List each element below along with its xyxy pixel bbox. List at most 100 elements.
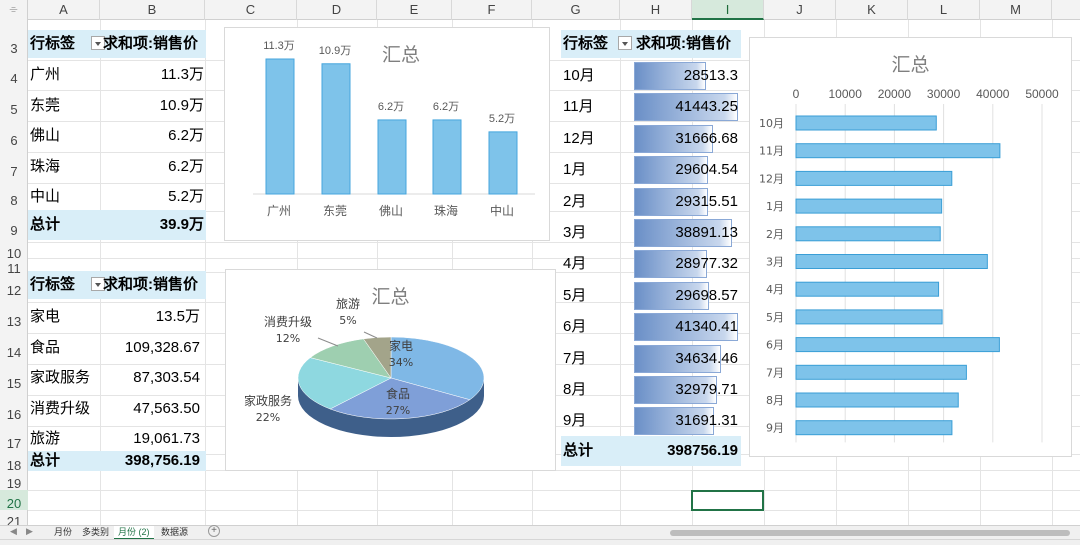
row-label: 6月: [563, 318, 587, 336]
row-value: 28513.3: [683, 67, 738, 84]
row-label: 旅游: [30, 430, 61, 447]
row-header-16[interactable]: 16: [0, 395, 28, 426]
tab-scroll-left-icon[interactable]: ◀: [10, 526, 17, 537]
row-header-15[interactable]: 15: [0, 364, 28, 395]
row-value: 6.2万: [168, 157, 204, 175]
pivot-row[interactable]: 东莞 10.9万: [28, 91, 206, 122]
tab-scroll-right-icon[interactable]: ▶: [26, 526, 33, 537]
column-header-m[interactable]: M: [980, 0, 1052, 20]
chart-plot-area: 11.3万广州 10.9万东莞 6.2万佛山 6.2万珠海 5.2万中山: [253, 40, 535, 218]
column-header-l[interactable]: L: [908, 0, 980, 20]
gridline: [28, 510, 1080, 511]
pivot-row[interactable]: 7月 34634.46: [561, 343, 741, 374]
pivot-row[interactable]: 11月 41443.25: [561, 91, 741, 122]
row-value: 29698.57: [675, 286, 738, 304]
column-header-b[interactable]: B: [100, 0, 205, 20]
row-value: 11.3万: [160, 66, 204, 83]
pivot-row[interactable]: 广州 11.3万: [28, 60, 206, 91]
column-header-i[interactable]: I: [692, 0, 764, 20]
category-label: 11月: [759, 145, 784, 158]
category-label: 珠海: [434, 203, 458, 218]
pivot-row[interactable]: 12月 31666.68: [561, 123, 741, 154]
sheet-tab[interactable]: 月份 (2): [114, 526, 154, 540]
pie-chart-category[interactable]: 汇总 家电 34% 食品 27% 家政服务 22% 消费升级 12% 旅游 5%: [225, 269, 556, 471]
column-header-f[interactable]: F: [452, 0, 532, 20]
row-header-11[interactable]: 11: [0, 258, 28, 276]
row-header-7[interactable]: 7: [0, 152, 28, 183]
bar-chart-month[interactable]: 汇总 0 10000 20000 30000 40000 50000 10月 11月 12月 1月…: [749, 37, 1072, 457]
row-header-13[interactable]: 13: [0, 302, 28, 333]
row-value: 41443.25: [675, 98, 738, 116]
slice-label: 旅游: [336, 297, 360, 311]
slice-label: 食品: [386, 386, 410, 401]
pivot-row[interactable]: 食品 109,328.67: [28, 333, 206, 364]
x-tick-label: 50000: [1025, 87, 1059, 101]
row-header-5[interactable]: 5: [0, 90, 28, 121]
pivot-row[interactable]: 珠海 6.2万: [28, 152, 206, 183]
category-label: 广州: [267, 204, 291, 218]
sheet-grid[interactable]: 行标签 求和项:销售价 广州 11.3万 东莞 10.9万 佛山 6.2万 珠海 6.2万 中山…: [28, 20, 1080, 526]
pivot-row[interactable]: 中山 5.2万: [28, 182, 206, 213]
add-sheet-icon[interactable]: +: [208, 525, 220, 537]
pivot-row[interactable]: 4月 28977.32: [561, 248, 741, 279]
column-header-h[interactable]: H: [620, 0, 692, 20]
pivot-row[interactable]: 家政服务 87,303.54: [28, 363, 206, 394]
leader-line: [317, 337, 339, 347]
pivot-value-header: 求和项:销售价: [636, 35, 731, 52]
row-header-20[interactable]: 20: [0, 490, 28, 511]
pivot-row[interactable]: 旅游 19,061.73: [28, 424, 206, 455]
row-header-3[interactable]: 3: [0, 30, 28, 60]
sheet-tab[interactable]: 数据源: [157, 526, 192, 540]
pivot-row[interactable]: 佛山 6.2万: [28, 121, 206, 152]
pivot-header: 行标签 求和项:销售价: [28, 271, 206, 299]
row-header-9[interactable]: 9: [0, 211, 28, 242]
pivot-row[interactable]: 2月 29315.51: [561, 186, 741, 217]
row-header-12[interactable]: 12: [0, 272, 28, 302]
column-header-j[interactable]: J: [764, 0, 836, 20]
column-header-d[interactable]: D: [297, 0, 377, 20]
row-header-6[interactable]: 6: [0, 121, 28, 152]
row-header-10[interactable]: 10: [0, 242, 28, 261]
column-header-e[interactable]: E: [377, 0, 452, 20]
row-header-4[interactable]: 4: [0, 60, 28, 90]
pivot-row[interactable]: 9月 31691.31: [561, 405, 741, 436]
pivot-row[interactable]: 8月 32979.71: [561, 374, 741, 405]
pivot-row[interactable]: 5月 29698.57: [561, 280, 741, 311]
column-header-g[interactable]: G: [532, 0, 620, 20]
row-label: 广州: [30, 66, 61, 83]
row-header-8[interactable]: 8: [0, 183, 28, 211]
row-header-14[interactable]: 14: [0, 333, 28, 364]
filter-dropdown-icon[interactable]: [618, 36, 633, 51]
pivot-row[interactable]: 家电 13.5万: [28, 302, 206, 333]
column-chart-city[interactable]: 汇总 11.3万 广州 10.9万 东莞 6.2万 佛山 6.2万 珠海 5.2万 中山: [224, 27, 550, 241]
row-value: 41340.41: [675, 318, 738, 336]
row-header-21[interactable]: 21: [0, 510, 28, 529]
x-tick-label: 20000: [878, 87, 912, 101]
pivot-row[interactable]: 1月 29604.54: [561, 154, 741, 185]
category-label: 7月: [766, 366, 784, 379]
row-header-19[interactable]: 19: [0, 470, 28, 491]
row-header-18[interactable]: 18: [0, 454, 28, 473]
sheet-tab[interactable]: 多类别: [78, 526, 113, 540]
row-label: 12月: [563, 129, 595, 147]
bar: [795, 198, 943, 214]
selected-cell[interactable]: [691, 490, 764, 511]
sheet-tab[interactable]: 月份: [50, 526, 76, 540]
pivot-row-label-header: 行标签: [30, 271, 106, 299]
pivot-row[interactable]: 10月 28513.3: [561, 60, 741, 91]
row-header-17[interactable]: 17: [0, 426, 28, 454]
column-header-k[interactable]: K: [836, 0, 908, 20]
pivot-row[interactable]: 6月 41340.41: [561, 311, 741, 342]
pivot-row[interactable]: 3月 38891.13: [561, 217, 741, 248]
pivot-table-city: 行标签 求和项:销售价 广州 11.3万 东莞 10.9万 佛山 6.2万 珠海 6.2万 中山…: [28, 30, 206, 242]
column-header-c[interactable]: C: [205, 0, 297, 20]
row-label: 佛山: [30, 127, 61, 144]
pivot-row[interactable]: 消费升级 47,563.50: [28, 394, 206, 425]
select-all-corner[interactable]: ⌯: [0, 0, 28, 20]
horizontal-scrollbar[interactable]: [670, 530, 1070, 536]
slice-percent: 5%: [339, 314, 356, 327]
column-header-a[interactable]: A: [28, 0, 100, 20]
category-label: 9月: [766, 422, 784, 435]
category-label: 3月: [766, 256, 784, 269]
bar: [795, 254, 988, 269]
